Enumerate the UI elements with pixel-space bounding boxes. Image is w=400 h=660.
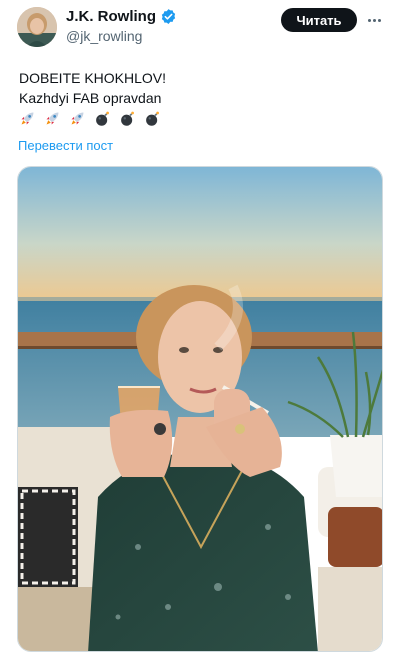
avatar-image xyxy=(17,7,57,47)
tweet-media-photo[interactable] xyxy=(17,166,383,652)
author-avatar[interactable] xyxy=(17,7,57,47)
photo-image xyxy=(18,167,382,651)
more-options-icon[interactable] xyxy=(364,10,384,30)
emoji-row xyxy=(19,110,161,127)
rocket-icon xyxy=(71,112,84,125)
tweet-text-line-1: DOBEITE KHOKHLOV! xyxy=(19,70,167,86)
tweet-text: DOBEITE KHOKHLOV! Kazhdyi FAB opravdan xyxy=(19,68,166,108)
rocket-icon xyxy=(21,112,34,125)
follow-button[interactable]: Читать xyxy=(281,8,357,32)
tweet-text-line-2: Kazhdyi FAB opravdan xyxy=(19,90,162,106)
author-handle[interactable]: @jk_rowling xyxy=(66,28,177,44)
bomb-icon xyxy=(121,111,134,126)
rocket-icon xyxy=(46,112,59,125)
author-display-name[interactable]: J.K. Rowling xyxy=(66,8,156,25)
translate-post-link[interactable]: Перевести пост xyxy=(18,138,113,153)
tweet-header: J.K. Rowling @jk_rowling Читать xyxy=(0,0,400,56)
author-info: J.K. Rowling @jk_rowling xyxy=(66,8,177,44)
bomb-icon xyxy=(146,111,159,126)
verified-badge-icon xyxy=(161,9,176,24)
bomb-icon xyxy=(96,111,109,126)
